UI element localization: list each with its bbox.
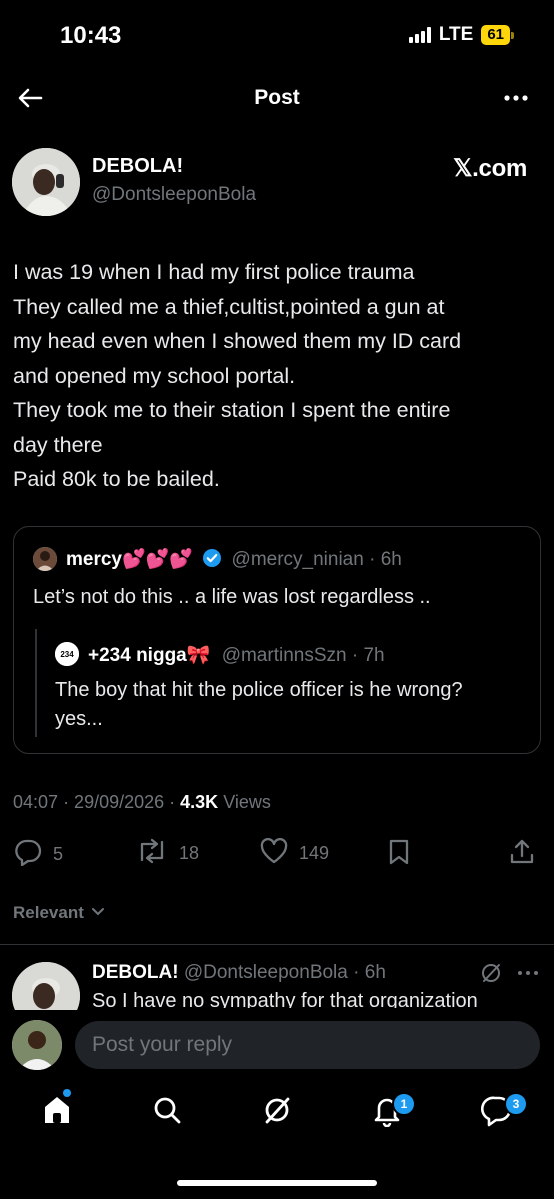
author-avatar[interactable] [12,148,80,216]
quote-header: mercy💕💕💕 @mercy_ninian · 6h [66,547,402,574]
status-indicators: LTE 61 [408,24,514,46]
heart-icon [259,838,289,869]
post-time: 04:07 [13,792,59,812]
post-meta: 04:07 · 29/09/2026 · 4.3K Views [13,792,271,813]
notifications-badge: 1 [392,1092,416,1116]
repost-action[interactable]: 18 [135,838,199,869]
views-count: 4.3K [180,792,219,812]
quote-text: Let’s not do this .. a life was lost reg… [33,586,431,608]
sort-label: Relevant [13,903,84,922]
like-action[interactable]: 149 [259,838,329,869]
nested-text: The boy that hit the police officer is h… [55,676,463,734]
reply-input[interactable]: Post your reply [75,1021,540,1069]
home-icon[interactable] [41,1093,73,1132]
grok-nav-icon[interactable] [261,1093,293,1132]
sort-dropdown[interactable]: Relevant [13,902,105,923]
grok-icon[interactable] [480,962,502,989]
reply-time: · 6h [353,962,386,983]
svg-text:234: 234 [60,650,74,659]
watermark: 𝕏.com [453,155,527,182]
battery-level: 61 [481,25,510,45]
quote-avatar [33,547,57,571]
nested-line: The boy that hit the police officer is h… [55,679,463,701]
chevron-down-icon [91,902,105,922]
share-icon[interactable] [508,838,536,866]
reply-count: 5 [53,844,64,864]
post-date: · 29/09/2026 · [63,792,176,812]
tweet-line: I was 19 when I had my first police trau… [13,260,415,284]
reply-icon [13,838,43,871]
reply-text: So I have no sympathy for that organizat… [92,990,478,1008]
tweet-line: They took me to their station I spent th… [13,398,451,422]
nested-time: · 7h [351,645,385,666]
repost-count: 18 [179,843,200,863]
tweet-line: They called me a thief,cultist,pointed a… [13,294,445,319]
divider [0,944,554,945]
author-handle[interactable]: @DontsleeponBola [92,184,256,206]
views-label: Views [223,792,271,812]
home-indicator [177,1180,377,1186]
search-icon[interactable] [151,1093,183,1132]
repost-icon [135,838,169,869]
nested-avatar: 234 [55,642,79,666]
tweet-text: I was 19 when I had my first police trau… [13,255,548,497]
signal-icon [408,27,431,43]
status-time: 10:43 [60,22,122,49]
nested-line: yes... [55,708,103,730]
my-avatar[interactable] [12,1020,62,1070]
reply-header: DEBOLA! @DontsleeponBola · 6h [92,962,386,984]
tweet-line: day there [13,432,103,457]
battery-icon: 61 [481,25,514,45]
tweet-line: and opened my school portal. [13,363,296,388]
reply-author-handle[interactable]: @DontsleeponBola [184,962,348,983]
verified-badge-icon [202,548,222,574]
like-count: 149 [299,843,330,863]
author-name[interactable]: DEBOLA! [92,155,183,178]
nested-author-name: +234 nigga🎀 [88,645,211,666]
nested-author-handle: @martinnsSzn [221,645,347,666]
reply-author-name[interactable]: DEBOLA! [92,962,179,983]
quote-time: · 6h [369,549,402,570]
reply-action[interactable]: 5 [13,838,63,871]
messages-badge: 3 [504,1092,528,1116]
more-options-icon[interactable] [502,84,530,117]
page-title: Post [254,86,300,109]
network-label: LTE [438,24,474,45]
quote-author-handle: @mercy_ninian [231,549,364,570]
thread-line [35,629,37,737]
nested-header: +234 nigga🎀 @martinnsSzn · 7h [88,643,385,667]
home-unread-dot [63,1089,71,1097]
quote-author-name: mercy💕💕💕 [66,549,193,570]
reply-more-icon[interactable] [516,962,540,989]
tweet-line: Paid 80k to be bailed. [13,467,220,491]
bookmark-icon[interactable] [386,838,412,866]
tweet-line: my head even when I showed them my ID ca… [13,329,462,353]
